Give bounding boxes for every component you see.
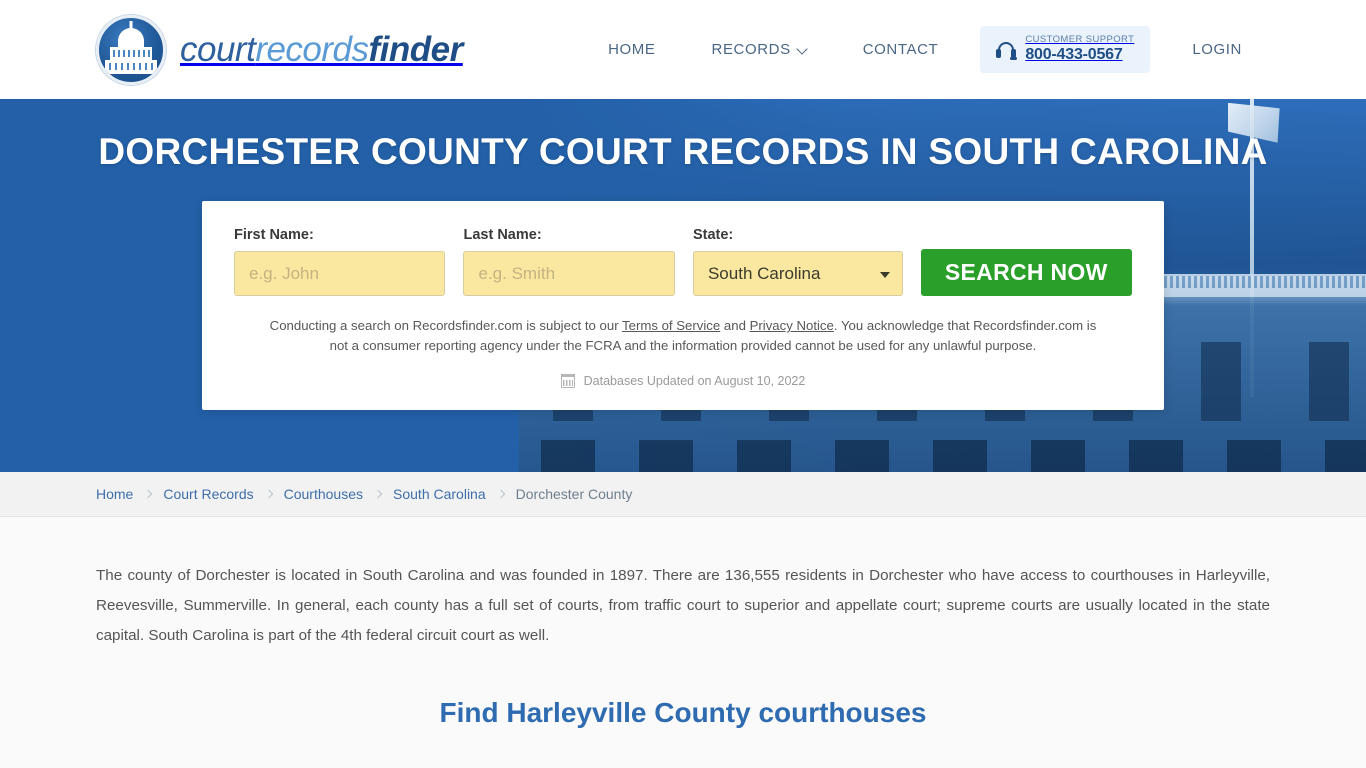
customer-support-phone: 800-433-0567 [1025,45,1123,63]
search-fields-row: First Name: Last Name: State: South Caro… [234,227,1132,296]
breadcrumb-item-south-carolina[interactable]: South Carolina [393,486,486,502]
privacy-notice-link[interactable]: Privacy Notice [750,318,834,333]
disclaimer-text-2: and [720,318,750,333]
search-now-button[interactable]: SEARCH NOW [920,249,1132,296]
logo-text-records: records [255,29,369,69]
customer-support-button[interactable]: CUSTOMER SUPPORT 800-433-0567 [980,25,1151,74]
nav-item-home[interactable]: HOME [580,41,683,58]
databases-updated: Databases Updated on August 10, 2022 [234,373,1132,388]
customer-support-label: CUSTOMER SUPPORT [1025,33,1135,45]
nav-item-login[interactable]: LOGIN [1164,41,1270,58]
search-form-card: First Name: Last Name: State: South Caro… [202,201,1164,410]
breadcrumb-item-courthouses[interactable]: Courthouses [284,486,363,502]
main-navigation: HOME RECORDS CONTACT CUSTOMER SUPPORT 80… [580,0,1270,99]
chevron-right-icon [373,489,383,499]
first-name-group: First Name: [234,227,446,296]
site-logo[interactable]: courtrecordsfinder [96,14,463,85]
page-title: DORCHESTER COUNTY COURT RECORDS IN SOUTH… [98,131,1268,172]
hero-section: DORCHESTER COUNTY COURT RECORDS IN SOUTH… [0,99,1366,472]
intro-paragraph: The county of Dorchester is located in S… [96,567,1270,644]
state-label: State: [692,227,734,243]
site-header: courtrecordsfinder HOME RECORDS CONTACT … [0,0,1366,99]
logo-text-court: court [180,29,256,69]
breadcrumb-bar: Home Court Records Courthouses South Car… [0,472,1366,517]
chevron-right-icon [144,489,153,499]
state-select[interactable]: South Carolina [692,251,903,296]
breadcrumb-item-home[interactable]: Home [96,486,133,502]
capitol-dome-icon [96,14,166,85]
last-name-group: Last Name: [463,227,675,296]
breadcrumb: Home Court Records Courthouses South Car… [96,486,632,502]
search-disclaimer: Conducting a search on Recordsfinder.com… [234,316,1132,357]
main-content: The county of Dorchester is located in S… [0,517,1366,768]
first-name-label: First Name: [234,227,314,243]
section-heading: Find Harleyville County courthouses [439,697,927,728]
chevron-down-icon [798,45,807,54]
nav-item-records[interactable]: RECORDS [684,41,835,58]
section-paragraph: There are 677 residents in Harleyville, … [96,763,1270,768]
logo-text-finder: finder [368,29,464,69]
nav-item-home-label: HOME [608,41,656,58]
state-group: State: South Carolina [692,227,903,296]
headset-icon [996,40,1018,60]
logo-wordmark: courtrecordsfinder [180,30,463,70]
disclaimer-text-1: Conducting a search on Recordsfinder.com… [269,318,623,333]
nav-item-contact-label: CONTACT [862,41,939,58]
last-name-input[interactable] [463,251,675,296]
terms-of-service-link[interactable]: Terms of Service [622,318,720,333]
chevron-right-icon [264,489,273,499]
chevron-right-icon [496,489,505,499]
breadcrumb-item-dorchester-county: Dorchester County [515,486,633,502]
nav-item-contact[interactable]: CONTACT [835,41,967,58]
nav-item-login-label: LOGIN [1192,41,1242,58]
nav-item-records-label: RECORDS [711,41,791,58]
first-name-input[interactable] [234,251,446,296]
last-name-label: Last Name: [463,227,542,243]
databases-updated-text: Databases Updated on August 10, 2022 [583,373,806,388]
breadcrumb-item-court-records[interactable]: Court Records [163,486,253,502]
calendar-icon [560,373,575,388]
